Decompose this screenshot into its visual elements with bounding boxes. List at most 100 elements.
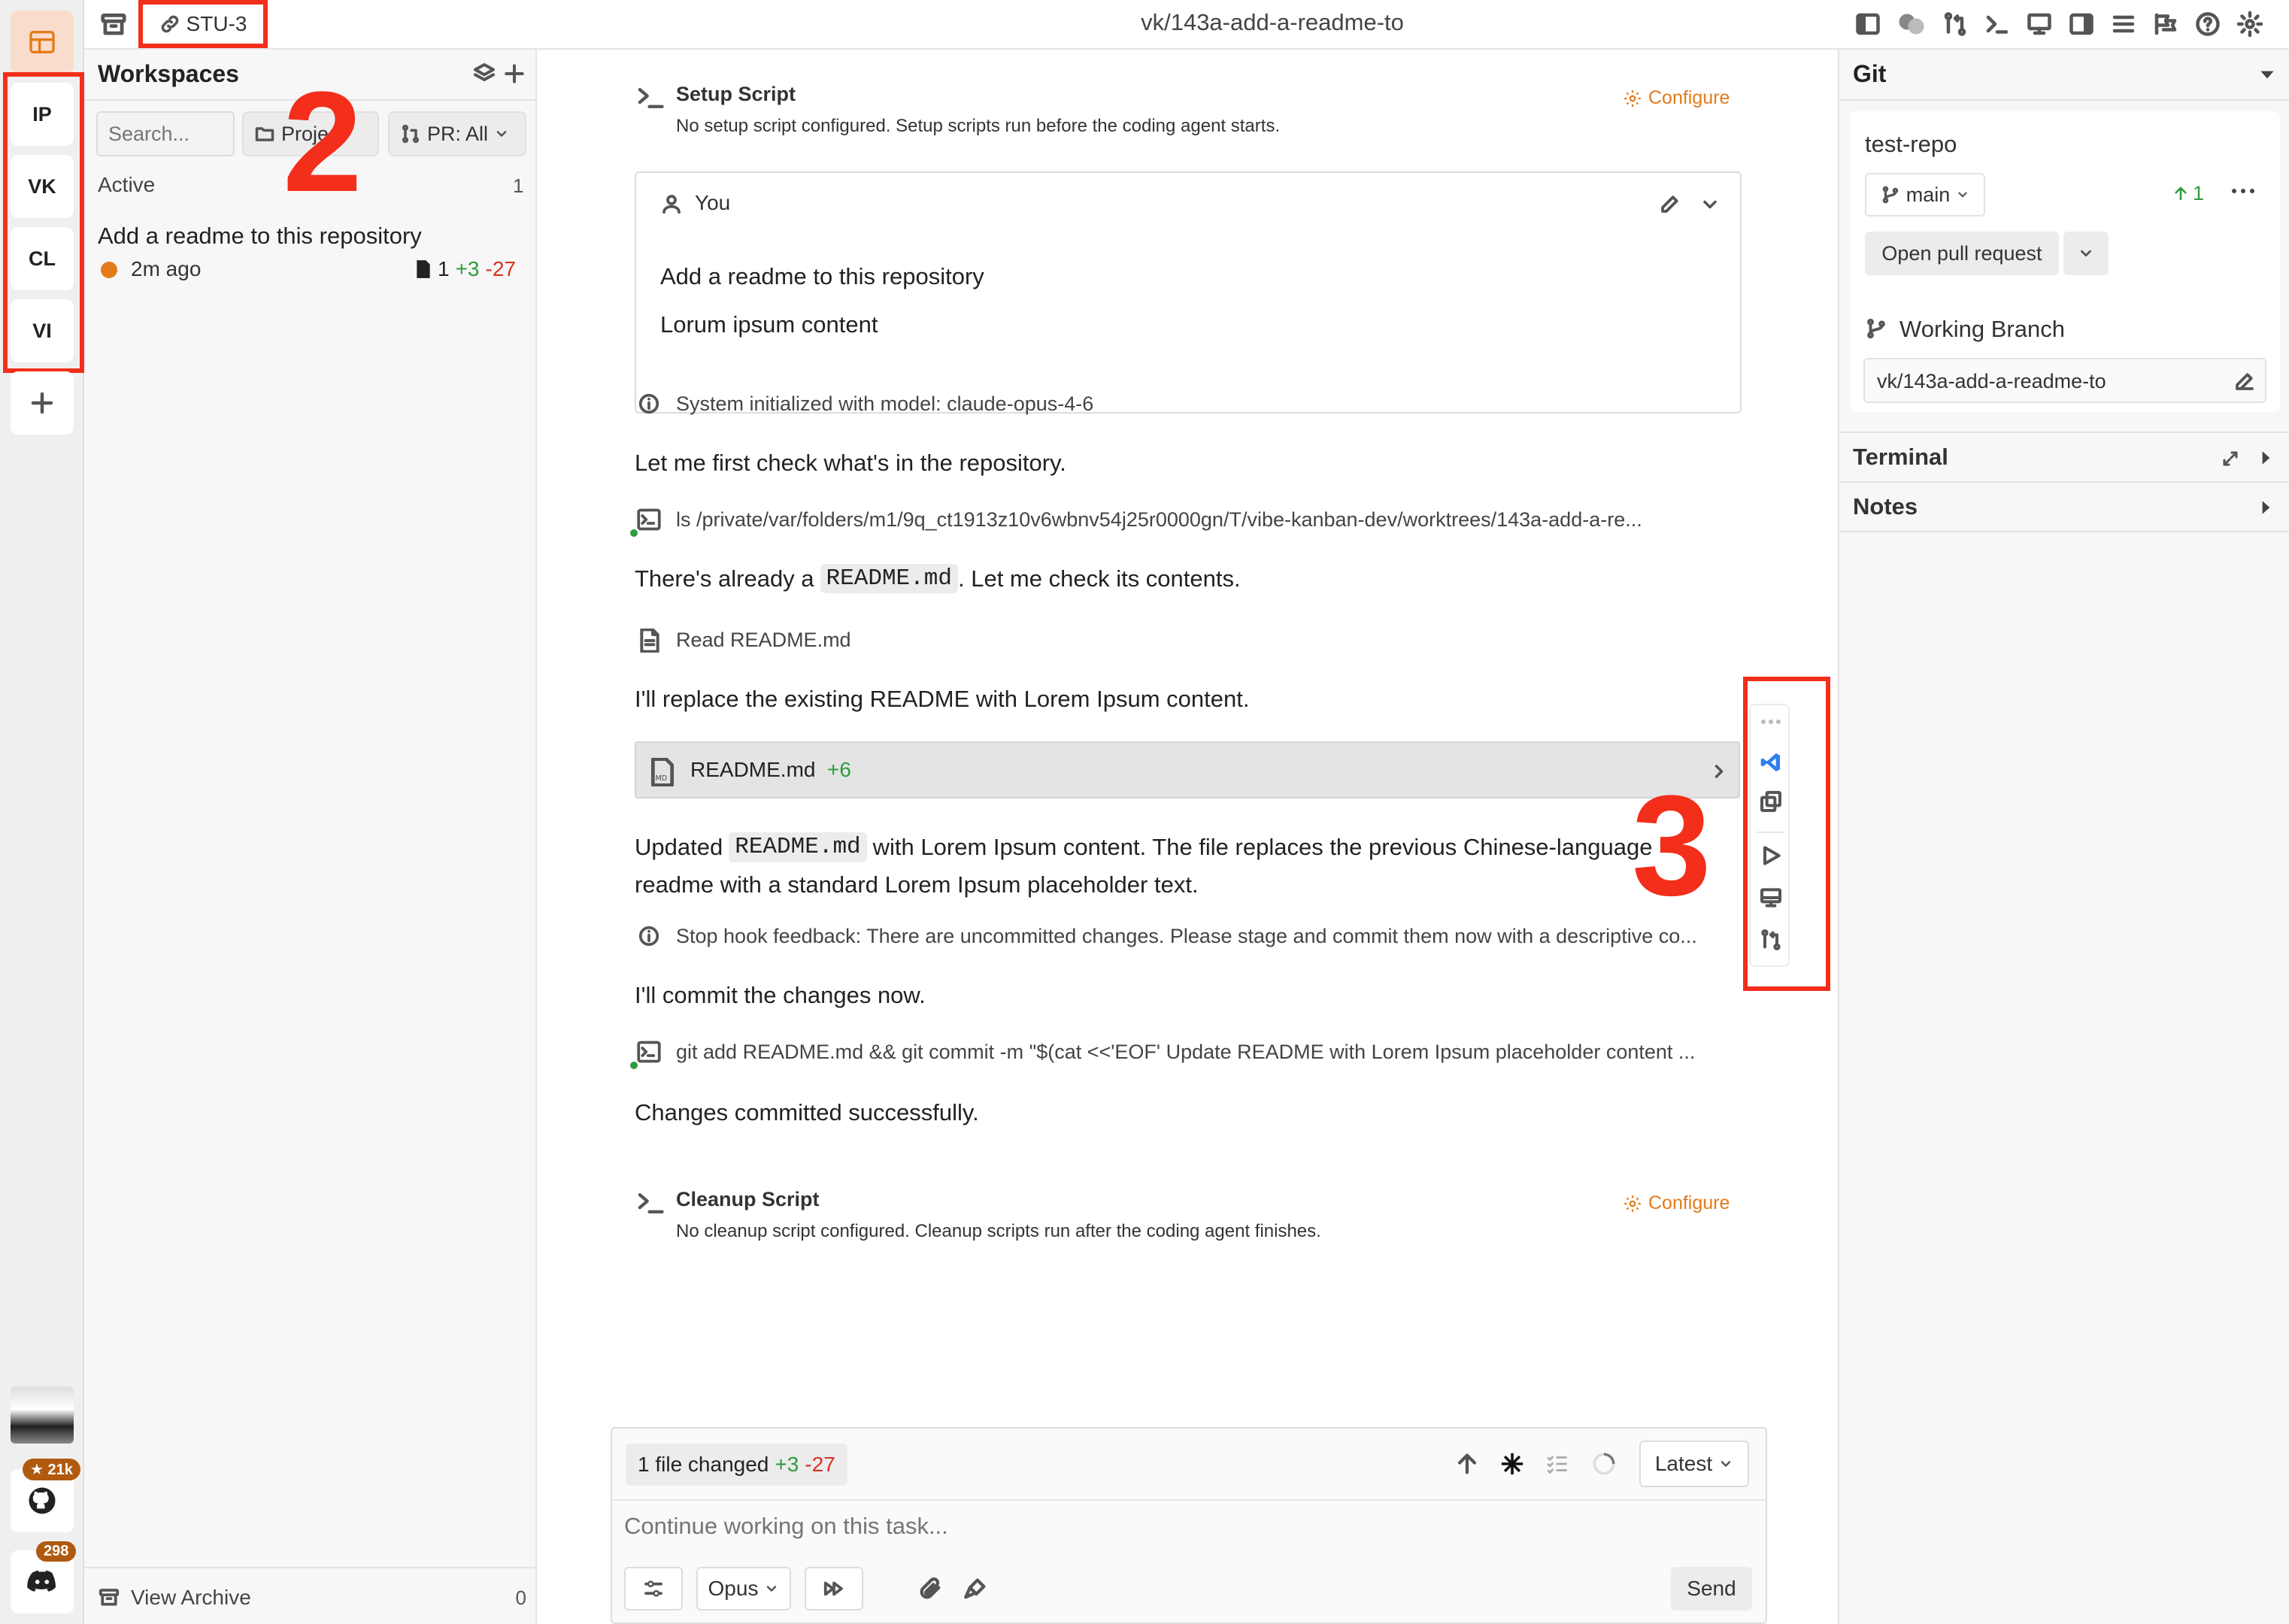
rail-project-vi[interactable]: VI [11,299,74,362]
divider [612,1499,1766,1501]
sidebar-left-icon[interactable] [1854,11,1881,38]
status-dot [101,262,117,278]
loading-spinner-icon [1593,1453,1615,1475]
deletions: -27 [485,257,516,280]
cleanup-script-desc: No cleanup script configured. Cleanup sc… [676,1221,1321,1241]
view-archive-button[interactable]: View Archive 0 [98,1579,526,1616]
edit-icon[interactable] [2233,370,2256,392]
status-dot [630,529,638,537]
rail-project-label: VK [28,174,56,198]
add-project-button[interactable] [11,371,74,435]
brush-icon[interactable] [963,1576,988,1601]
read-file-text[interactable]: Read README.md [676,629,851,652]
sparkle-icon[interactable] [1499,1451,1525,1477]
archive-icon[interactable] [99,11,128,39]
branch-icon [1882,186,1899,204]
avatar[interactable] [11,1386,74,1444]
window-title: vk/143a-add-a-readme-to [1141,9,1404,35]
configure-label: Configure [1648,1192,1730,1213]
paperclip-icon[interactable] [917,1576,943,1601]
rail-project-ip[interactable]: IP [11,83,74,146]
message-text: with Lorem Ipsum content. The file repla… [872,834,1653,860]
pr-filter-label: PR: All [427,122,489,145]
section-label: Active [98,173,156,196]
toolbar-highlight-box [1743,677,1830,991]
more-icon[interactable] [2230,186,2256,195]
pull-request-options-button[interactable] [2063,232,2109,275]
pr-filter-dropdown[interactable]: PR: All [388,111,526,156]
additions: +3 [775,1453,799,1476]
message-text: . Let me check its contents. [957,565,1241,592]
file-diff-row[interactable]: MD README.md +6 [635,741,1740,798]
version-dropdown[interactable]: Latest [1639,1441,1749,1487]
cleanup-configure-link[interactable]: Configure [1623,1192,1730,1214]
settings-icon[interactable] [2236,11,2263,38]
guide-icon[interactable] [2152,11,2179,38]
model-dropdown[interactable]: Opus [696,1567,791,1610]
rail-project-label: CL [29,247,56,270]
rail-project-cl[interactable]: CL [11,227,74,290]
top-bar: STU-3 vk/143a-add-a-readme-to [84,0,2289,50]
composer: 1 file changed +3 -27 Latest Opus Send [611,1427,1767,1624]
terminal-icon[interactable] [1984,11,2011,38]
system-init-text: System initialized with model: claude-op… [676,392,1094,415]
working-branch-card: Working Branch vk/143a-add-a-readme-to [1850,301,2280,412]
edit-icon[interactable] [1659,192,1681,215]
command-text[interactable]: git add README.md && git commit -m "$(ca… [676,1041,1695,1064]
rail-project-vk[interactable]: VK [11,155,74,218]
search-input[interactable] [96,111,235,156]
arrow-up-icon [2175,186,2187,200]
caret-down-icon[interactable] [2257,65,2277,84]
project-rail: IP VK CL VI ★ 21k 298 [0,0,84,1624]
layers-icon[interactable] [472,62,496,86]
github-icon [29,1487,56,1514]
command-text[interactable]: ls /private/var/folders/m1/9q_ct1913z10v… [676,508,1642,532]
menu-icon[interactable] [2110,11,2137,38]
branch-label: main [1905,183,1951,206]
assistant-message: Let me first check what's in the reposit… [635,450,1066,476]
chat-icon[interactable] [1896,11,1927,38]
additions: +3 [455,257,480,280]
terminal-section-header[interactable]: Terminal [1839,433,2289,481]
workspace-item[interactable]: Add a readme to this repository 2m ago 1… [84,215,535,298]
github-stars-badge: ★ 21k [23,1459,80,1480]
message-input[interactable] [624,1513,1752,1555]
monitor-icon[interactable] [2026,11,2053,38]
add-workspace-button[interactable] [502,62,526,86]
workspace-tab-label: STU-3 [186,12,247,35]
terminal-icon [637,1041,661,1063]
file-count: 1 [438,257,450,280]
user-icon [662,195,681,214]
user-message-line: Lorum ipsum content [660,311,878,338]
branch-dropdown[interactable]: main [1865,173,1985,217]
user-message-card: You Add a readme to this repository Loru… [635,171,1742,414]
file-icon [417,260,430,278]
settings-sliders-button[interactable] [624,1567,683,1610]
fast-forward-button[interactable] [805,1567,863,1610]
assistant-message: There's already a README.md . Let me che… [635,564,1241,593]
working-branch-field[interactable]: vk/143a-add-a-readme-to [1863,358,2266,403]
open-pull-request-button[interactable]: Open pull request [1865,232,2059,275]
git-compare-icon[interactable] [1942,11,1969,38]
configure-label: Configure [1648,87,1730,108]
chevron-down-icon [1721,1461,1731,1467]
ahead-count: 1 [2172,182,2204,205]
divider [1839,99,2289,101]
workspace-tab[interactable]: STU-3 [138,0,268,48]
working-branch-title: Working Branch [1899,316,2065,342]
layout-icon[interactable] [11,11,74,74]
setup-configure-link[interactable]: Configure [1623,87,1730,109]
help-icon[interactable] [2194,11,2221,38]
send-button[interactable]: Send [1671,1567,1752,1610]
chevron-down-icon [767,1586,777,1592]
arrow-up-icon[interactable] [1454,1451,1480,1477]
checklist-icon[interactable] [1545,1451,1570,1477]
discord-count-badge: 298 [36,1541,77,1562]
chevron-down-icon[interactable] [1699,194,1721,215]
sidebar-right-icon[interactable] [2068,11,2095,38]
chevron-down-icon [2081,250,2091,257]
notes-section-header[interactable]: Notes [1839,483,2289,531]
expand-icon[interactable] [2221,450,2239,468]
setup-script-title: Setup Script [676,83,796,105]
files-changed-badge[interactable]: 1 file changed +3 -27 [626,1444,847,1486]
